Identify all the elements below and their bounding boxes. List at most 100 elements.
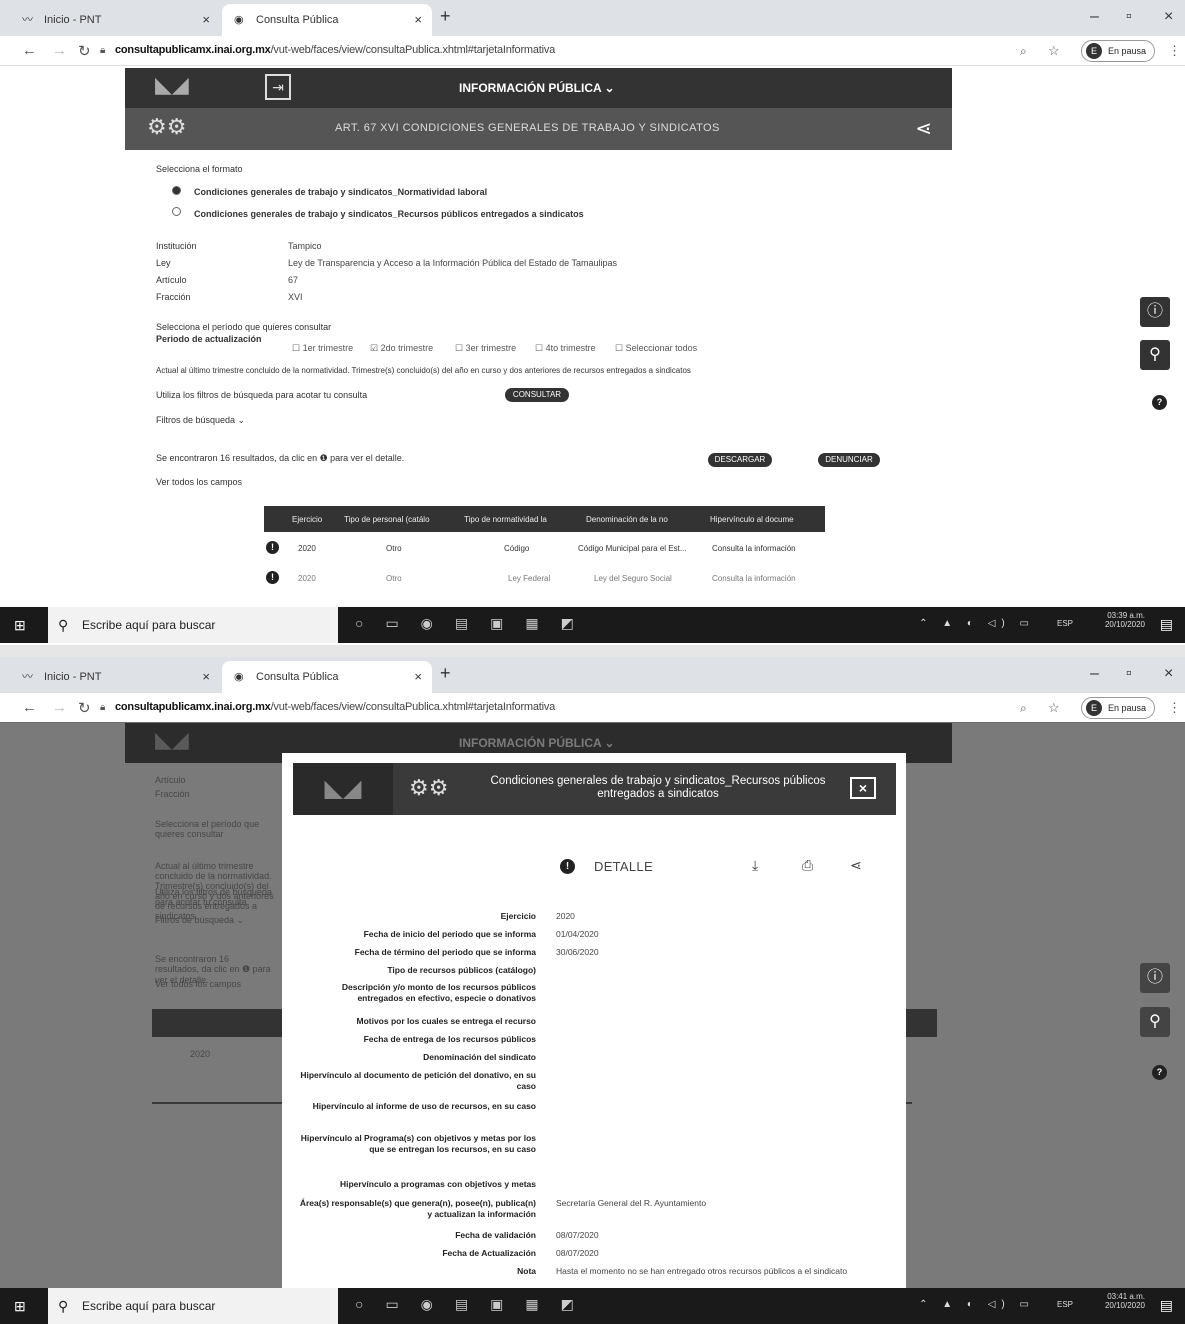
logo: ◣◢	[293, 763, 393, 815]
back-icon[interactable]: ←	[22, 699, 37, 716]
download-icon[interactable]: ⤓	[752, 857, 758, 874]
taskbar-search[interactable]: ⚲ Escribe aquí para buscar	[48, 1288, 338, 1324]
col-tipo-normatividad[interactable]: Tipo de normatividad la	[464, 515, 547, 524]
col-ejercicio[interactable]: Ejercicio	[292, 515, 322, 524]
minimize-button[interactable]: –	[1090, 665, 1099, 683]
close-window-button[interactable]: ×	[1164, 8, 1173, 26]
reload-icon[interactable]: ↻	[78, 42, 91, 60]
period-4to[interactable]: ☐ 4to trimestre	[535, 343, 596, 354]
taskbar-apps[interactable]: ○▭◉▤▣▦◩	[355, 615, 596, 632]
clock[interactable]: 03:39 a.m. 20/10/2020	[1105, 611, 1145, 629]
share-icon[interactable]: ⋖	[915, 116, 932, 141]
login-icon[interactable]: ⇥	[265, 74, 291, 100]
info-icon[interactable]: ⓘ	[1140, 297, 1170, 327]
detail-info-icon[interactable]: !	[266, 571, 279, 584]
close-icon[interactable]: ×	[850, 777, 876, 799]
field-label: Fecha de entrega de los recursos público…	[363, 1034, 536, 1044]
url-field[interactable]: consultapublicamx.inai.org.mx/vut-web/fa…	[115, 701, 555, 713]
tab-inicio[interactable]: 〰 Inicio - PNT ×	[10, 661, 220, 693]
clock[interactable]: 03:41 a.m. 20/10/2020	[1105, 1292, 1145, 1310]
tab-inicio[interactable]: 〰 Inicio - PNT ×	[10, 4, 220, 36]
format-option-2[interactable]: Condiciones generales de trabajo y sindi…	[194, 209, 584, 219]
notification-icon[interactable]: ▤	[1160, 1297, 1173, 1314]
reload-icon[interactable]: ↻	[78, 699, 91, 717]
lang-indicator[interactable]: ESP	[1057, 1300, 1073, 1309]
taskbar-apps[interactable]: ○▭◉▤▣▦◩	[355, 1296, 596, 1313]
print-icon[interactable]: ⎙	[802, 857, 813, 874]
menu-dots-icon[interactable]: ⋮	[1168, 43, 1181, 59]
download-button[interactable]: DESCARGAR	[708, 453, 772, 467]
windows-start-icon[interactable]: ⊞	[14, 1298, 26, 1315]
screenshot-before: 〰 Inicio - PNT × ◉ Consulta Pública × + …	[0, 0, 1185, 645]
close-tab-icon[interactable]: ×	[202, 661, 210, 693]
period-all[interactable]: ☐ Seleccionar todos	[615, 343, 697, 354]
profile-pause-button[interactable]: E En pausa	[1080, 40, 1155, 62]
lang-indicator[interactable]: ESP	[1057, 619, 1073, 628]
field-label: Fecha de validación	[455, 1230, 536, 1240]
maximize-button[interactable]: ▫	[1126, 665, 1132, 683]
col-denominacion[interactable]: Denominación de la no	[586, 515, 668, 524]
close-tab-icon[interactable]: ×	[202, 4, 210, 36]
bookmark-star-icon[interactable]: ☆	[1048, 700, 1060, 716]
close-tab-icon[interactable]: ×	[414, 661, 422, 693]
url-field[interactable]: consultapublicamx.inai.org.mx/vut-web/fa…	[115, 44, 555, 56]
tab-consulta[interactable]: ◉ Consulta Pública ×	[222, 4, 432, 36]
forward-icon[interactable]: →	[52, 42, 67, 59]
field-label: Fecha de Actualización	[442, 1248, 536, 1258]
period-3er[interactable]: ☐ 3er trimestre	[455, 343, 516, 354]
info-publica-menu[interactable]: INFORMACIÓN PÚBLICA ⌄	[459, 81, 615, 95]
notification-icon[interactable]: ▤	[1160, 616, 1173, 633]
info-icon[interactable]: ⓘ	[1140, 963, 1170, 993]
new-tab-button[interactable]: +	[440, 6, 451, 27]
col-hipervinculo[interactable]: Hipervínculo al docume	[710, 515, 794, 524]
taskbar-search[interactable]: ⚲ Escribe aquí para buscar	[48, 607, 338, 643]
format-radio-1[interactable]	[172, 186, 181, 195]
consult-button[interactable]: CONSULTAR	[505, 388, 569, 402]
denounce-button[interactable]: DENUNCIAR	[818, 453, 880, 467]
period-2do[interactable]: ☑ 2do trimestre	[370, 343, 433, 354]
avatar: E	[1085, 700, 1102, 716]
tray-icons[interactable]: ⌃ ▲ ◐ ◁) ▭	[919, 1299, 1035, 1310]
forward-icon[interactable]: →	[52, 699, 67, 716]
share-icon[interactable]: ⋖	[850, 857, 862, 874]
field-label: Tipo de recursos públicos (catálogo)	[387, 965, 536, 975]
taskbar: ⊞ ⚲ Escribe aquí para buscar ○▭◉▤▣▦◩ ⌃ ▲ …	[0, 607, 1185, 643]
modal-title: Condiciones generales de trabajo y sindi…	[490, 775, 826, 800]
field-value: 2020	[556, 911, 575, 921]
format-radio-2[interactable]	[172, 207, 181, 216]
back-icon[interactable]: ←	[22, 42, 37, 59]
filters-toggle[interactable]: Filtros de búsqueda ⌄	[156, 415, 245, 426]
gears-icon: ⚙⚙	[147, 114, 187, 139]
close-tab-icon[interactable]: ×	[414, 4, 422, 36]
meta-label: Artículo	[156, 275, 187, 285]
profile-pause-button[interactable]: E En pausa	[1080, 697, 1155, 719]
help-icon[interactable]: ?	[1152, 395, 1167, 410]
search-key-icon[interactable]: ⚲	[1140, 1007, 1170, 1037]
results-text: Se encontraron 16 resultados, da clic en…	[156, 453, 405, 463]
address-bar: ← → ↻ 🔒︎ consultapublicamx.inai.org.mx/v…	[0, 693, 1185, 723]
tray-icons[interactable]: ⌃ ▲ ◐ ◁) ▭	[919, 618, 1035, 629]
close-window-button[interactable]: ×	[1164, 665, 1173, 683]
pnt-favicon-icon: 〰	[22, 14, 33, 26]
search-key-icon[interactable]: ⚲	[1140, 340, 1170, 370]
bookmark-star-icon[interactable]: ☆	[1048, 43, 1060, 59]
period-1er[interactable]: ☐ 1er trimestre	[292, 343, 353, 354]
field-label: Descripción y/o monto de los recursos pú…	[341, 982, 536, 1003]
help-icon[interactable]: ?	[1152, 1065, 1167, 1080]
field-label: Área(s) responsable(s) que genera(n), po…	[299, 1198, 536, 1219]
windows-start-icon[interactable]: ⊞	[14, 617, 26, 634]
zoom-search-icon[interactable]: ⌕	[1020, 701, 1027, 716]
field-value: 01/04/2020	[556, 929, 599, 939]
detail-info-icon[interactable]: !	[266, 541, 279, 554]
zoom-search-icon[interactable]: ⌕	[1020, 44, 1027, 59]
menu-dots-icon[interactable]: ⋮	[1168, 700, 1181, 716]
all-fields-link[interactable]: Ver todos los campos	[156, 477, 242, 487]
format-option-1[interactable]: Condiciones generales de trabajo y sindi…	[194, 187, 487, 197]
col-tipo-personal[interactable]: Tipo de personal (catálo	[344, 515, 430, 524]
new-tab-button[interactable]: +	[440, 663, 451, 684]
field-value: 08/07/2020	[556, 1230, 599, 1240]
maximize-button[interactable]: ▫	[1126, 8, 1132, 26]
gears-icon: ⚙⚙	[409, 775, 449, 800]
minimize-button[interactable]: –	[1090, 8, 1099, 26]
tab-consulta[interactable]: ◉ Consulta Pública ×	[222, 661, 432, 693]
